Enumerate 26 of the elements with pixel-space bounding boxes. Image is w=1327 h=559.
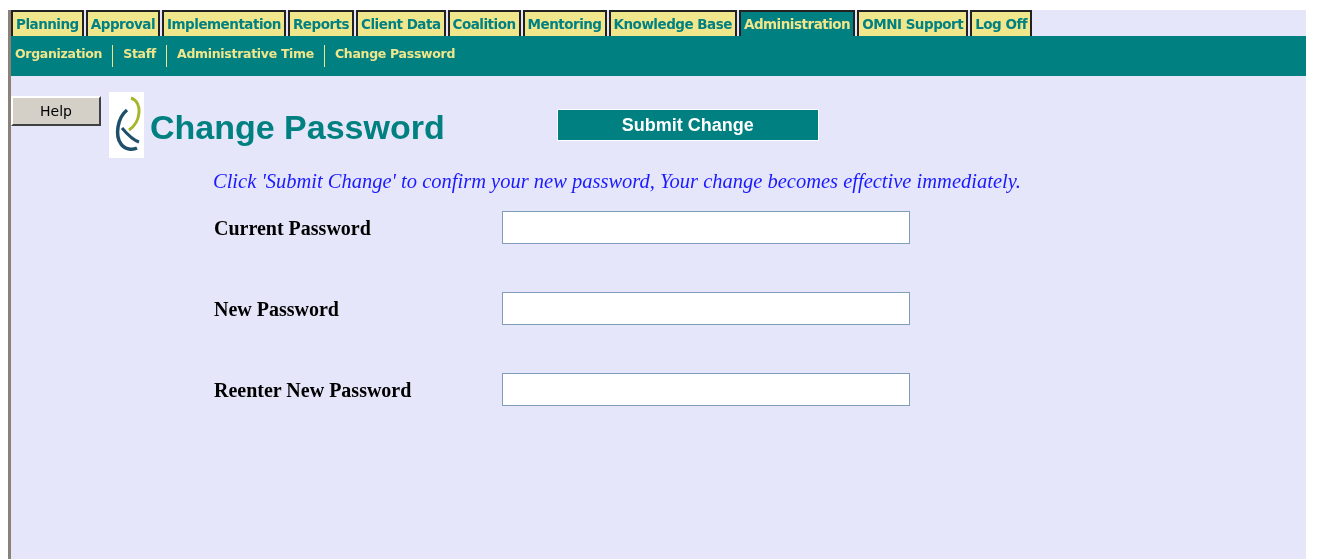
logo-icon <box>109 92 144 158</box>
instruction-text: Click 'Submit Change' to confirm your new password, Your change becomes effective immediately. <box>213 169 1022 195</box>
nav-tab[interactable]: Approval <box>85 10 160 36</box>
help-button[interactable]: Help <box>11 96 101 126</box>
nav-tab[interactable]: Coalition <box>447 10 521 36</box>
subnav-link[interactable]: Staff <box>123 44 156 68</box>
nav-tab[interactable]: Reports <box>287 10 355 36</box>
page-title: Change Password <box>150 107 445 148</box>
field-label: Reenter New Password <box>214 377 413 403</box>
subnav-link[interactable]: Administrative Time <box>177 44 314 68</box>
nav-tab[interactable]: Implementation <box>162 10 286 36</box>
password-field[interactable] <box>502 373 910 406</box>
field-label: Current Password <box>214 215 372 241</box>
nav-tab[interactable]: Mentoring <box>522 10 607 36</box>
nav-tab[interactable]: Administration <box>738 10 856 36</box>
nav-tab[interactable]: Log Off <box>970 10 1033 36</box>
subnav-link[interactable]: Organization <box>15 44 103 68</box>
field-label: New Password <box>214 296 340 322</box>
submit-change-button[interactable]: Submit Change <box>556 109 819 141</box>
nav-tab[interactable]: Client Data <box>356 10 446 36</box>
password-field[interactable] <box>502 292 910 325</box>
password-field[interactable] <box>502 211 910 244</box>
nav-tab[interactable]: Planning <box>11 10 84 36</box>
nav-tab[interactable]: Knowledge Base <box>608 10 737 36</box>
nav-tab[interactable]: OMNI Support <box>857 10 969 36</box>
subnav-link[interactable]: Change Password <box>335 44 456 68</box>
